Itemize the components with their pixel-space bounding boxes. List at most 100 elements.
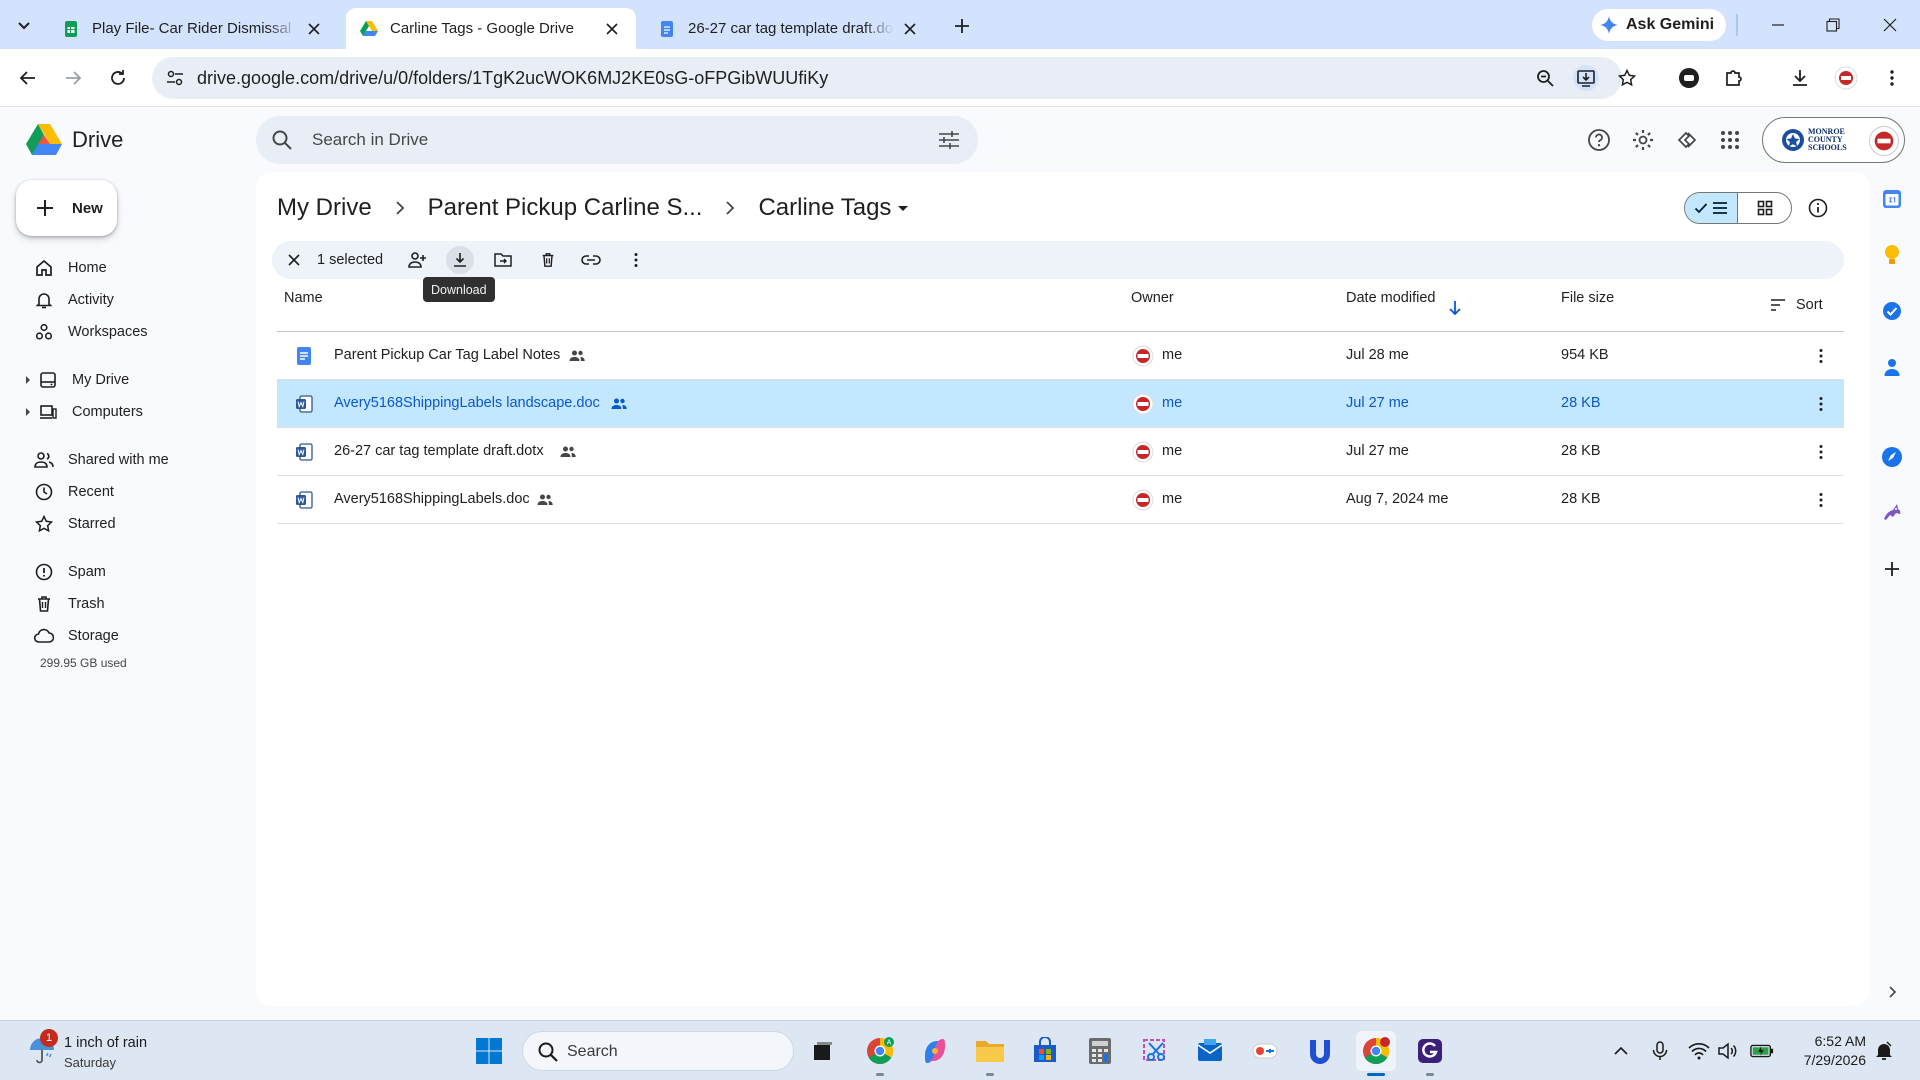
download-button[interactable] — [446, 246, 474, 274]
google-apps-button[interactable] — [1716, 126, 1744, 154]
battery-button[interactable] — [1750, 1039, 1774, 1063]
nav-my-drive[interactable]: My Drive — [16, 364, 240, 396]
nav-starred[interactable]: Starred — [16, 508, 240, 540]
restore-button[interactable] — [1813, 10, 1853, 40]
zoom-button[interactable] — [1532, 65, 1558, 91]
extension-button[interactable] — [1673, 62, 1705, 94]
tab-search-button[interactable] — [8, 10, 40, 40]
chrome-profile-a-button[interactable]: A — [860, 1031, 900, 1071]
file-more-actions-button[interactable] — [1807, 390, 1835, 418]
downloads-button[interactable] — [1784, 62, 1816, 94]
file-row[interactable]: Avery5168ShippingLabels.doc me Aug 7, 20… — [277, 476, 1844, 524]
nav-recent[interactable]: Recent — [16, 476, 240, 508]
gemini-button[interactable] — [1673, 126, 1701, 154]
grid-layout-button[interactable] — [1738, 193, 1791, 223]
drive-logo[interactable] — [26, 124, 62, 156]
column-header-owner[interactable]: Owner — [1131, 290, 1174, 306]
back-button[interactable] — [12, 62, 44, 94]
address-bar[interactable]: drive.google.com/drive/u/0/folders/1TgK2… — [152, 57, 1636, 99]
file-more-actions-button[interactable] — [1807, 342, 1835, 370]
file-row[interactable]: 26-27 car tag template draft.dotx me Jul… — [277, 428, 1844, 476]
nav-computers[interactable]: Computers — [16, 396, 240, 428]
column-header-date-modified[interactable]: Date modified — [1346, 290, 1435, 306]
nav-workspaces[interactable]: Workspaces — [16, 316, 240, 348]
file-row[interactable]: Parent Pickup Car Tag Label Notes me Jul… — [277, 332, 1844, 380]
show-hidden-icons-button[interactable] — [1609, 1039, 1633, 1063]
extensions-menu-button[interactable] — [1718, 62, 1750, 94]
minimize-button[interactable] — [1758, 10, 1798, 40]
calendar-app-button[interactable] — [1878, 185, 1906, 213]
close-icon[interactable] — [602, 19, 622, 39]
nav-activity[interactable]: Activity — [16, 284, 240, 316]
teams-u-app-button[interactable] — [1300, 1031, 1340, 1071]
nav-shared-with-me[interactable]: Shared with me — [16, 444, 240, 476]
support-button[interactable] — [1585, 126, 1613, 154]
expand-arrow-icon[interactable] — [22, 374, 34, 386]
get-addons-button[interactable] — [1878, 555, 1906, 583]
breadcrumb-current-folder[interactable]: Carline Tags — [758, 194, 915, 222]
file-explorer-button[interactable] — [970, 1031, 1010, 1071]
search-icon[interactable] — [270, 128, 294, 152]
search-input[interactable] — [312, 116, 872, 164]
taskbar-clock[interactable]: 6:52 AM 7/29/2026 — [1776, 1032, 1866, 1070]
clear-selection-button[interactable] — [282, 248, 306, 272]
tab-play-file[interactable]: Play File- Car Rider Dismissal - F — [48, 8, 338, 49]
outlook-button[interactable] — [1190, 1031, 1230, 1071]
copy-link-button[interactable] — [577, 246, 605, 274]
install-app-button[interactable] — [1573, 65, 1599, 91]
nav-trash[interactable]: Trash — [16, 588, 240, 620]
weather-widget[interactable]: 1 1 inch of rain Saturday — [22, 1029, 202, 1073]
profile-button[interactable] — [1830, 62, 1862, 94]
g-app-button[interactable] — [1410, 1031, 1450, 1071]
forward-button[interactable] — [57, 62, 89, 94]
view-details-button[interactable] — [1804, 194, 1832, 222]
calculator-button[interactable] — [1080, 1031, 1120, 1071]
collapse-side-panel-button[interactable] — [1878, 978, 1906, 1006]
addon-app-button[interactable] — [1878, 443, 1906, 471]
network-button[interactable] — [1687, 1039, 1711, 1063]
microsoft-store-button[interactable] — [1025, 1031, 1065, 1071]
account-chip[interactable]: MONROE COUNTY SCHOOLS — [1762, 117, 1905, 163]
taskbar-search[interactable]: Search — [522, 1031, 794, 1071]
move-to-trash-button[interactable] — [534, 246, 562, 274]
browser-menu-button[interactable] — [1876, 62, 1908, 94]
settings-button[interactable] — [1629, 126, 1657, 154]
file-more-actions-button[interactable] — [1807, 486, 1835, 514]
copilot-button[interactable] — [915, 1031, 955, 1071]
column-header-file-size[interactable]: File size — [1561, 290, 1614, 306]
tasks-app-button[interactable] — [1878, 297, 1906, 325]
task-view-button[interactable] — [803, 1031, 843, 1071]
share-button[interactable] — [403, 246, 431, 274]
start-button[interactable] — [469, 1031, 509, 1071]
bookmark-button[interactable] — [1614, 65, 1640, 91]
file-row-selected[interactable]: Avery5168ShippingLabels landscape.doc me… — [277, 380, 1844, 428]
snipping-tool-button[interactable] — [1135, 1031, 1175, 1071]
new-tab-button[interactable] — [948, 12, 976, 40]
breadcrumb-parent-folder[interactable]: Parent Pickup Carline S... — [428, 194, 703, 222]
tab-carline-tags[interactable]: Carline Tags - Google Drive — [346, 8, 636, 49]
keep-app-button[interactable] — [1878, 241, 1906, 269]
move-button[interactable] — [489, 246, 517, 274]
close-icon[interactable] — [304, 19, 324, 39]
breadcrumb-my-drive[interactable]: My Drive — [277, 194, 372, 222]
new-button[interactable]: New — [16, 180, 117, 236]
addon-app-button-2[interactable] — [1878, 498, 1906, 526]
window-close-button[interactable] — [1870, 10, 1910, 40]
reload-button[interactable] — [102, 62, 134, 94]
chrome-button[interactable] — [1356, 1031, 1396, 1071]
nav-storage[interactable]: Storage — [16, 620, 240, 652]
expand-arrow-icon[interactable] — [22, 406, 34, 418]
contacts-app-button[interactable] — [1878, 353, 1906, 381]
more-actions-button[interactable] — [622, 246, 650, 274]
sort-direction-button[interactable] — [1443, 296, 1467, 320]
microphone-button[interactable] — [1648, 1039, 1672, 1063]
volume-button[interactable] — [1716, 1039, 1740, 1063]
search-options-icon[interactable] — [936, 128, 962, 152]
file-more-actions-button[interactable] — [1807, 438, 1835, 466]
site-info-button[interactable] — [162, 65, 188, 91]
nav-home[interactable]: Home — [16, 252, 240, 284]
nav-spam[interactable]: Spam — [16, 556, 240, 588]
url-text[interactable]: drive.google.com/drive/u/0/folders/1TgK2… — [197, 68, 828, 89]
notifications-button[interactable] — [1872, 1039, 1896, 1063]
column-header-name[interactable]: Name — [284, 290, 323, 306]
